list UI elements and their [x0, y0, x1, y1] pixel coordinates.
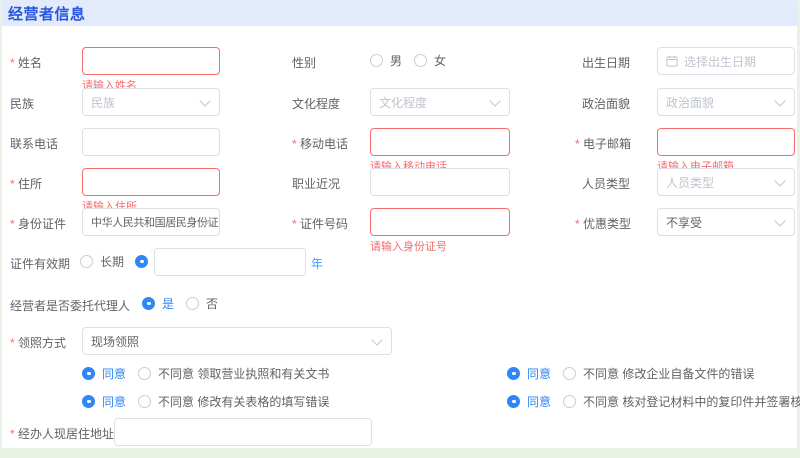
personnel-type-placeholder: 人员类型 — [666, 174, 714, 191]
section-header: 经营者信息 — [2, 0, 797, 26]
radio-icon — [82, 367, 95, 380]
agreement-2-agree-radio[interactable]: 同意 — [82, 394, 126, 408]
radio-icon — [563, 367, 576, 380]
personnel-type-select[interactable]: 人员类型 — [657, 168, 795, 196]
agreement-2-disagree-label: 不同意 修改有关表格的填写错误 — [158, 393, 329, 410]
operator-info-form: 姓名 请输入姓名 性别 男 女 出生日期 选择出生日期 民族 民族 文化程度 文… — [2, 26, 797, 448]
birth-date-placeholder: 选择出生日期 — [684, 53, 756, 70]
name-label: 姓名 — [10, 54, 42, 71]
birth-date-label: 出生日期 — [582, 54, 630, 71]
contact-phone-label: 联系电话 — [10, 135, 58, 152]
page-title: 经营者信息 — [2, 3, 86, 24]
agreement-0-agree-label: 同意 — [102, 365, 126, 382]
id-number-label: 证件号码 — [292, 215, 348, 232]
radio-icon — [414, 54, 427, 67]
radio-icon — [507, 395, 520, 408]
operator-info-panel: 经营者信息 姓名 请输入姓名 性别 男 女 出生日期 选择出生日期 民族 民族 … — [2, 0, 797, 448]
agent-no-radio[interactable]: 否 — [186, 296, 218, 310]
agent-yes-label: 是 — [162, 295, 174, 312]
name-input[interactable] — [82, 47, 220, 75]
license-select[interactable]: 现场领照 — [82, 327, 392, 355]
radio-icon — [135, 255, 148, 268]
agent-label: 经营者是否委托代理人 — [10, 297, 130, 314]
radio-icon — [80, 255, 93, 268]
gender-male-label: 男 — [390, 52, 402, 69]
validity-label: 证件有效期 — [10, 255, 70, 272]
agent-yes-radio[interactable]: 是 — [142, 296, 174, 310]
preference-label: 优惠类型 — [575, 215, 631, 232]
occupation-input[interactable] — [370, 168, 510, 196]
personnel-type-label: 人员类型 — [582, 175, 630, 192]
radio-icon — [563, 395, 576, 408]
agreement-0-agree-radio[interactable]: 同意 — [82, 366, 126, 380]
radio-icon — [370, 54, 383, 67]
email-label: 电子邮箱 — [575, 135, 631, 152]
ethnicity-label: 民族 — [10, 95, 34, 112]
id-type-value: 中华人民共和国居民身份证 — [91, 214, 218, 230]
political-placeholder: 政治面貌 — [666, 94, 714, 111]
radio-icon — [82, 395, 95, 408]
calendar-icon — [666, 55, 678, 67]
radio-icon — [138, 395, 151, 408]
license-label: 领照方式 — [10, 334, 66, 351]
agreement-2-disagree-radio[interactable]: 不同意 修改有关表格的填写错误 — [138, 394, 329, 408]
id-number-error: 请输入身份证号 — [370, 238, 447, 254]
license-value: 现场领照 — [91, 333, 139, 350]
radio-icon — [142, 297, 155, 310]
chevron-down-icon — [774, 175, 785, 186]
agreement-1-disagree-label: 不同意 修改企业自备文件的错误 — [583, 365, 754, 382]
agreement-3-disagree-label: 不同意 核对登记材料中的复印件并签署核对意见 — [583, 393, 800, 410]
radio-icon — [507, 367, 520, 380]
gender-label: 性别 — [292, 54, 316, 71]
preference-select[interactable]: 不享受 — [657, 208, 795, 236]
education-select[interactable]: 文化程度 — [370, 88, 510, 116]
mobile-phone-label: 移动电话 — [292, 135, 348, 152]
agreement-3-agree-label: 同意 — [527, 393, 551, 410]
radio-icon — [186, 297, 199, 310]
agent-address-input[interactable] — [114, 418, 372, 446]
gender-female-label: 女 — [434, 52, 446, 69]
validity-years-radio[interactable] — [135, 254, 148, 268]
agreement-0-disagree-label: 不同意 领取营业执照和有关文书 — [158, 365, 329, 382]
agent-address-label: 经办人现居住地址 — [10, 425, 114, 442]
agreement-1-agree-label: 同意 — [527, 365, 551, 382]
gender-male-radio[interactable]: 男 — [370, 53, 402, 67]
ethnicity-select[interactable]: 民族 — [82, 88, 220, 116]
agent-no-label: 否 — [206, 295, 218, 312]
mobile-phone-input[interactable] — [370, 128, 510, 156]
agreement-2-agree-label: 同意 — [102, 393, 126, 410]
education-placeholder: 文化程度 — [379, 94, 427, 111]
id-type-label: 身份证件 — [10, 215, 66, 232]
political-select[interactable]: 政治面貌 — [657, 88, 795, 116]
chevron-down-icon — [774, 95, 785, 106]
political-label: 政治面貌 — [582, 95, 630, 112]
address-input[interactable] — [82, 168, 220, 196]
radio-icon — [138, 367, 151, 380]
email-input[interactable] — [657, 128, 795, 156]
chevron-down-icon — [489, 95, 500, 106]
validity-longterm-radio[interactable]: 长期 — [80, 254, 124, 268]
agreement-0-disagree-radio[interactable]: 不同意 领取营业执照和有关文书 — [138, 366, 329, 380]
ethnicity-placeholder: 民族 — [91, 94, 115, 111]
chevron-down-icon — [199, 95, 210, 106]
agreement-3-disagree-radio[interactable]: 不同意 核对登记材料中的复印件并签署核对意见 — [563, 394, 800, 408]
address-label: 住所 — [10, 175, 42, 192]
id-number-input[interactable] — [370, 208, 510, 236]
gender-female-radio[interactable]: 女 — [414, 53, 446, 67]
chevron-down-icon — [774, 215, 785, 226]
contact-phone-input[interactable] — [82, 128, 220, 156]
agreement-1-agree-radio[interactable]: 同意 — [507, 366, 551, 380]
validity-longterm-label: 长期 — [100, 253, 124, 270]
occupation-label: 职业近况 — [292, 175, 340, 192]
education-label: 文化程度 — [292, 95, 340, 112]
chevron-down-icon — [371, 334, 382, 345]
validity-unit: 年 — [311, 255, 323, 272]
birth-date-picker[interactable]: 选择出生日期 — [657, 47, 795, 75]
agreement-3-agree-radio[interactable]: 同意 — [507, 394, 551, 408]
agreement-1-disagree-radio[interactable]: 不同意 修改企业自备文件的错误 — [563, 366, 754, 380]
validity-years-input[interactable] — [154, 248, 306, 276]
id-type-select[interactable]: 中华人民共和国居民身份证 — [82, 208, 220, 236]
preference-value: 不享受 — [666, 214, 702, 231]
